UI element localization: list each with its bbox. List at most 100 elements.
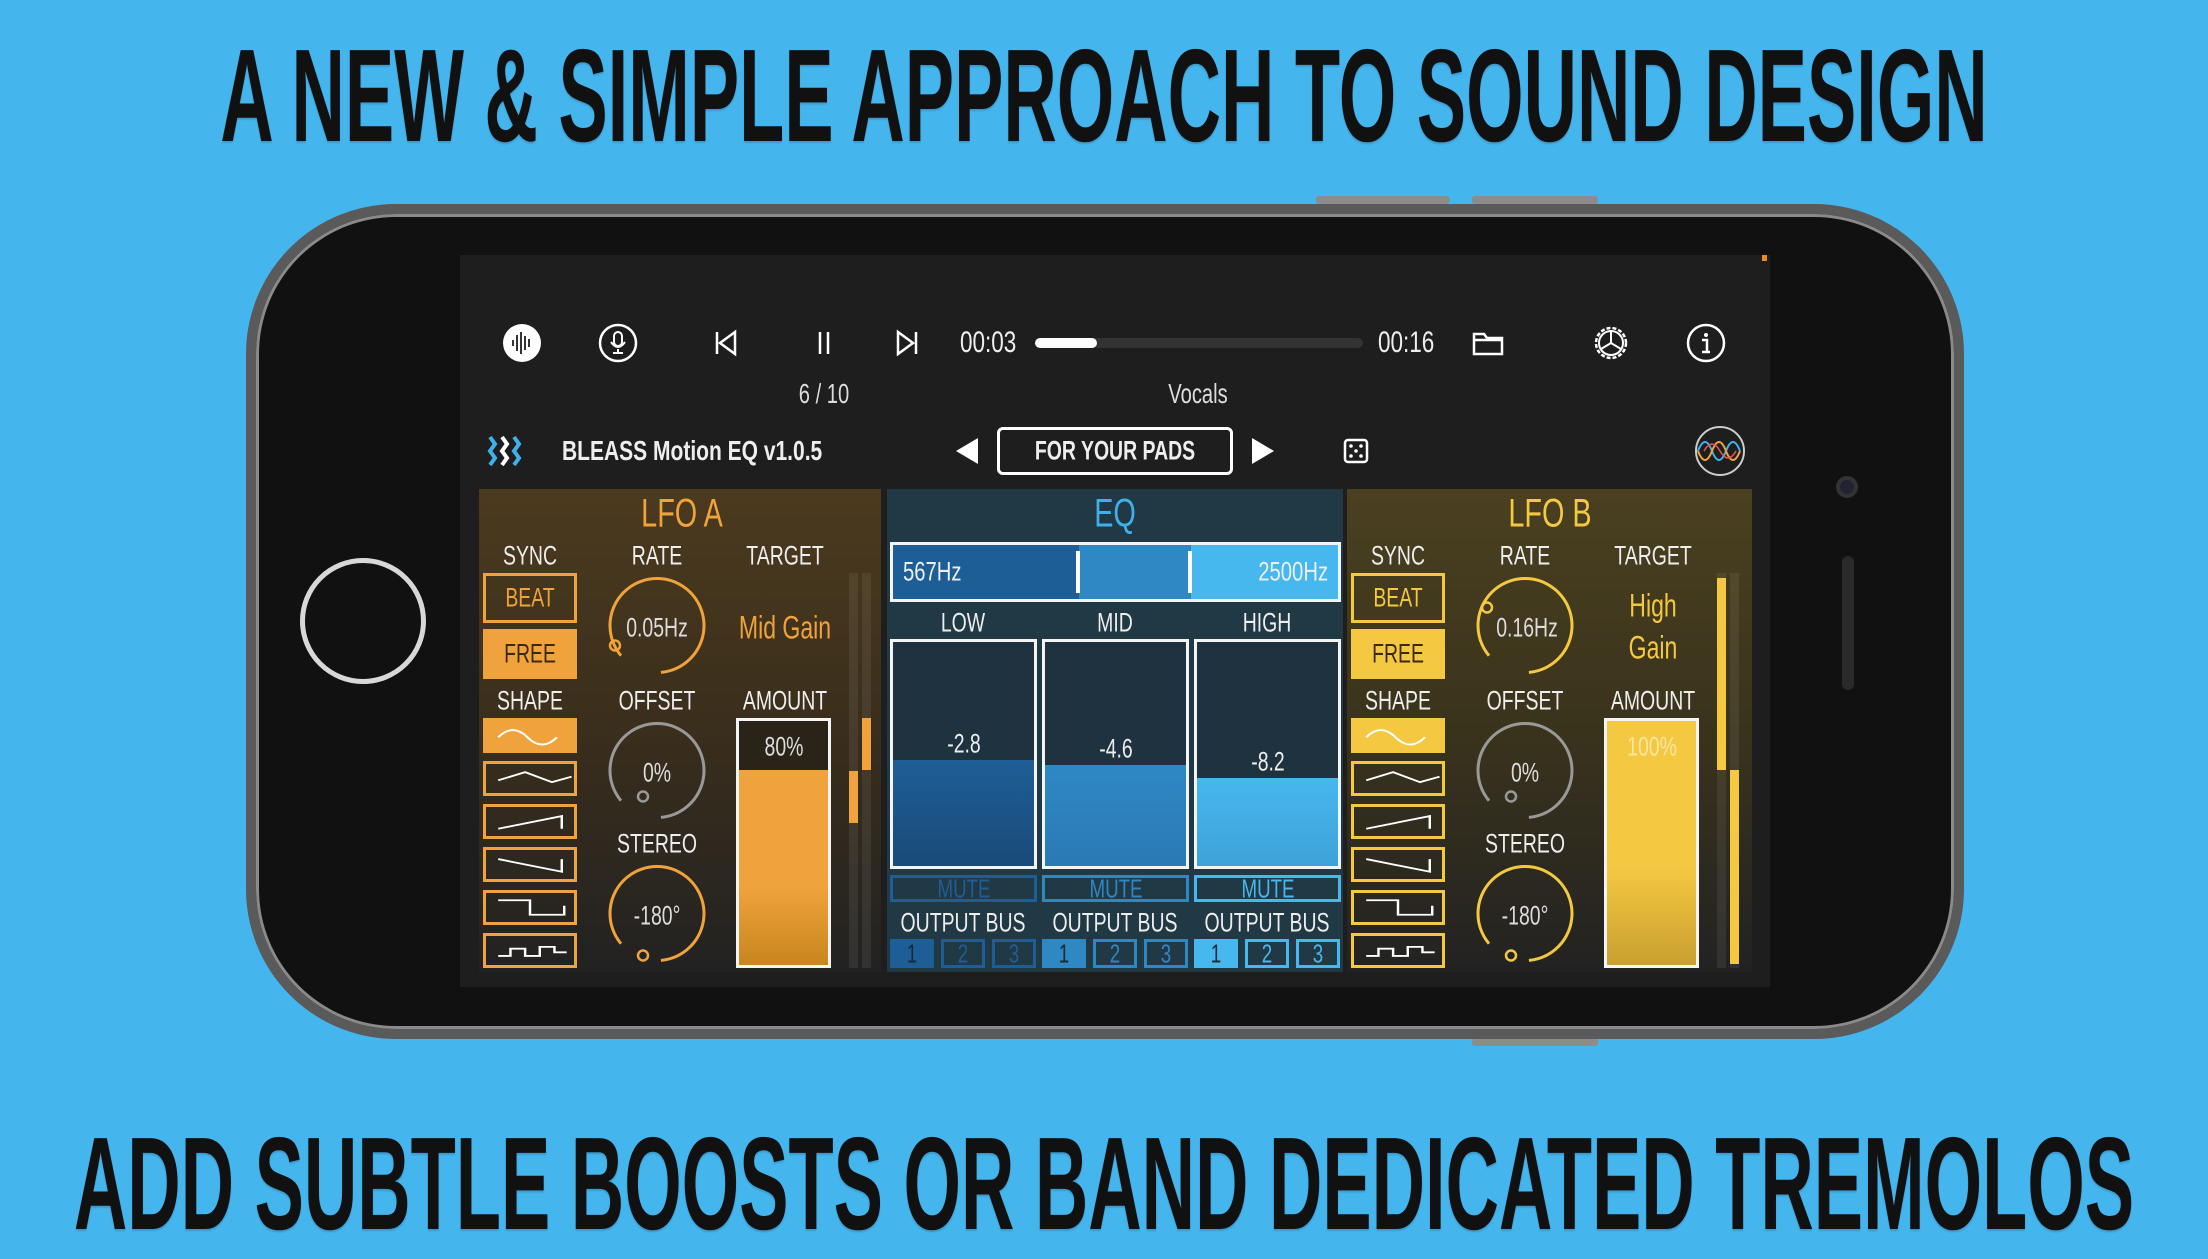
target-selector[interactable]: Mid Gain xyxy=(739,610,831,647)
amount-label: AMOUNT xyxy=(1610,685,1696,716)
output-bus-3-button[interactable]: 3 xyxy=(992,938,1036,968)
shape-sine-button[interactable] xyxy=(1351,718,1445,753)
band-label: HIGH xyxy=(1242,607,1292,638)
shape-saw-up-button[interactable] xyxy=(1351,804,1445,839)
amount-slider[interactable]: 80% xyxy=(736,718,831,968)
plugin-name: BLEASS Motion EQ v1.0.5 xyxy=(562,435,823,466)
progress-slider[interactable] xyxy=(1035,338,1363,348)
output-bus-2-button[interactable]: 2 xyxy=(941,938,985,968)
shape-triangle-button[interactable] xyxy=(483,761,577,796)
info-icon[interactable] xyxy=(1686,323,1726,363)
sync-label: SYNC xyxy=(502,540,558,571)
band-gain-slider[interactable]: -8.2 xyxy=(1194,639,1341,869)
bus-number: 1 xyxy=(1058,938,1070,968)
status-dot xyxy=(1762,255,1767,261)
preset-next-button[interactable] xyxy=(1250,436,1276,466)
output-bus-1-button[interactable]: 1 xyxy=(1194,938,1238,968)
headline-top: A NEW & SIMPLE APPROACH TO SOUND DESIGN xyxy=(220,22,1988,169)
shape-random-icon xyxy=(498,945,567,957)
lfo-level-meter xyxy=(849,573,858,968)
bus-number: 3 xyxy=(1008,938,1020,968)
mute-label: MUTE xyxy=(936,873,991,903)
skip-back-icon[interactable] xyxy=(713,329,739,357)
rate-value: 0.16Hz xyxy=(1496,612,1558,643)
amount-slider[interactable]: 100% xyxy=(1604,718,1699,968)
time-current: 00:03 xyxy=(960,326,1017,359)
output-bus-3-button[interactable]: 3 xyxy=(1296,938,1340,968)
output-bus-1-button[interactable]: 1 xyxy=(1042,938,1086,968)
pause-icon[interactable] xyxy=(814,329,834,357)
progress-fill xyxy=(1035,338,1098,348)
sync-free-button[interactable]: FREE xyxy=(483,629,577,679)
output-bus-3-button[interactable]: 3 xyxy=(1144,938,1188,968)
output-bus-2-button[interactable]: 2 xyxy=(1093,938,1137,968)
crossover-handle-high[interactable] xyxy=(1188,551,1192,593)
bus-number: 1 xyxy=(1210,938,1222,968)
shape-triangle-icon xyxy=(1365,771,1440,784)
sync-beat-button[interactable]: BEAT xyxy=(483,573,577,623)
shape-saw-up-button[interactable] xyxy=(483,804,577,839)
band-mute-button[interactable]: MUTE xyxy=(1194,873,1341,903)
sync-free-button[interactable]: FREE xyxy=(1351,629,1445,679)
shape-label: SHAPE xyxy=(497,685,563,716)
skip-forward-icon[interactable] xyxy=(894,329,920,357)
shape-saw-down-button[interactable] xyxy=(1351,847,1445,882)
home-button xyxy=(300,558,426,684)
band-mute-button[interactable]: MUTE xyxy=(890,873,1037,903)
band-gain-value: -2.8 xyxy=(946,728,981,759)
crossover-handle-low[interactable] xyxy=(1076,551,1080,593)
bleass-globe-icon[interactable] xyxy=(1694,425,1746,477)
shape-triangle-icon xyxy=(497,771,572,784)
shape-random-button[interactable] xyxy=(1351,933,1445,968)
shape-random-button[interactable] xyxy=(483,933,577,968)
waveform-icon[interactable] xyxy=(502,323,542,363)
lfo-b-panel: LFO B SYNC BEAT FREE SHAPE RATE 0.16Hz T… xyxy=(1347,489,1752,972)
amount-value: 100% xyxy=(1626,731,1677,762)
output-bus-1-button[interactable]: 1 xyxy=(890,938,934,968)
shape-saw-up-icon xyxy=(1365,814,1431,830)
band-gain-value: -4.6 xyxy=(1098,733,1133,764)
lfo-level-meter xyxy=(1717,573,1726,968)
eq-title: EQ xyxy=(1094,491,1136,536)
folder-icon[interactable] xyxy=(1472,330,1504,356)
shape-saw-down-button[interactable] xyxy=(483,847,577,882)
shape-square-button[interactable] xyxy=(483,890,577,925)
band-gain-slider[interactable]: -2.8 xyxy=(890,639,1037,869)
bus-number: 3 xyxy=(1312,938,1324,968)
microphone-icon[interactable] xyxy=(598,323,638,363)
stereo-label: STEREO xyxy=(1485,828,1565,859)
shape-square-icon xyxy=(498,899,566,916)
shape-sine-icon xyxy=(1365,729,1426,746)
preset-prev-button[interactable] xyxy=(954,436,980,466)
shape-sine-button[interactable] xyxy=(483,718,577,753)
speaker xyxy=(1842,556,1854,690)
bus-number: 2 xyxy=(957,938,969,968)
target-line-1[interactable]: High xyxy=(1629,588,1676,625)
headline-bottom: ADD SUBTLE BOOSTS OR BAND DEDICATED TREM… xyxy=(73,1110,2135,1257)
band-gain-slider[interactable]: -4.6 xyxy=(1042,639,1189,869)
free-label: FREE xyxy=(1372,638,1424,669)
shape-saw-down-icon xyxy=(497,858,563,873)
bus-number: 3 xyxy=(1160,938,1172,968)
target-line-2[interactable]: Gain xyxy=(1629,630,1678,667)
shape-label: SHAPE xyxy=(1365,685,1431,716)
gear-icon[interactable] xyxy=(1590,322,1632,364)
phone-volume-button xyxy=(1316,196,1450,204)
time-total: 00:16 xyxy=(1378,326,1435,359)
mute-label: MUTE xyxy=(1240,873,1295,903)
shape-square-icon xyxy=(1366,899,1434,916)
band-label: LOW xyxy=(940,607,986,638)
randomize-dice-icon[interactable] xyxy=(1343,438,1369,464)
target-label: TARGET xyxy=(1614,540,1692,571)
band-mute-button[interactable]: MUTE xyxy=(1042,873,1189,903)
target-label: TARGET xyxy=(746,540,824,571)
sync-label: SYNC xyxy=(1370,540,1426,571)
sync-beat-button[interactable]: BEAT xyxy=(1351,573,1445,623)
output-bus-2-button[interactable]: 2 xyxy=(1245,938,1289,968)
crossover-slider[interactable]: 567Hz 2500Hz xyxy=(890,542,1341,602)
shape-triangle-button[interactable] xyxy=(1351,761,1445,796)
shape-saw-down-icon xyxy=(1365,858,1431,873)
preset-selector[interactable]: FOR YOUR PADS xyxy=(997,427,1233,475)
stereo-value: -180° xyxy=(633,900,681,931)
shape-square-button[interactable] xyxy=(1351,890,1445,925)
